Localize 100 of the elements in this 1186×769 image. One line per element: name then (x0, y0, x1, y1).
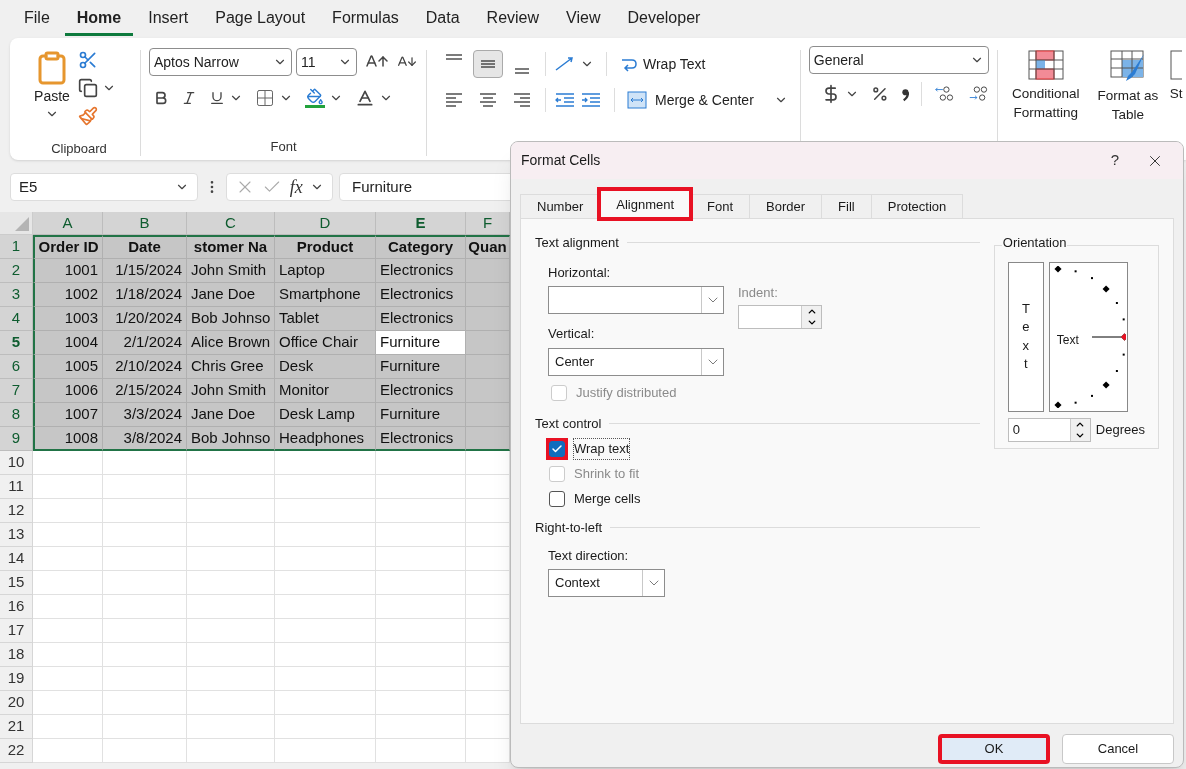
dialog-button[interactable]: OK (938, 734, 1050, 764)
checkbox-label: Shrink to fit (574, 465, 640, 484)
row-header[interactable]: 5 (0, 331, 33, 355)
column-header[interactable]: F (466, 212, 510, 235)
decrease-indent-icon[interactable] (554, 90, 576, 110)
row-header[interactable]: 1 (0, 235, 33, 259)
column-header[interactable]: B (103, 212, 187, 235)
row-header[interactable]: 6 (0, 355, 33, 379)
menu-tab[interactable]: Data (413, 2, 472, 36)
insert-function-button[interactable]: fx (289, 173, 303, 201)
text-direction-dropdown[interactable]: Context (548, 569, 665, 597)
table-cell: 3/8/2024 (103, 427, 187, 451)
checkbox[interactable] (546, 438, 568, 460)
dialog-tab[interactable]: Protection (870, 194, 964, 219)
number-format-field[interactable]: General (808, 46, 989, 74)
row-header[interactable]: 18 (0, 643, 33, 667)
italic-icon[interactable] (181, 90, 197, 106)
table-cell: Jane Doe (187, 403, 275, 427)
row-header[interactable]: 22 (0, 739, 33, 763)
table-cell: Furniture (376, 403, 466, 427)
checkbox-option[interactable]: Merge cells (546, 488, 980, 510)
row-header[interactable]: 16 (0, 595, 33, 619)
vertical-text-button[interactable]: Text (1007, 261, 1044, 412)
table-cell: Laptop (275, 259, 376, 283)
column-header[interactable]: A (33, 212, 103, 235)
help-button[interactable]: ? (1095, 145, 1135, 176)
fill-color-icon[interactable] (305, 88, 325, 108)
percent-icon[interactable] (870, 84, 889, 104)
column-header[interactable]: E (376, 212, 466, 235)
dial-text: Text (1056, 331, 1079, 349)
row-header[interactable]: 17 (0, 619, 33, 643)
row-header[interactable]: 19 (0, 667, 33, 691)
menu-tab[interactable]: Insert (136, 2, 201, 36)
format-painter-icon[interactable] (78, 106, 98, 126)
horizontal-dropdown[interactable] (548, 286, 724, 314)
table-cell: Quan (466, 235, 510, 259)
row-header[interactable]: 2 (0, 259, 33, 283)
row-header[interactable]: 4 (0, 307, 33, 331)
vertical-dropdown[interactable]: Center (548, 347, 724, 376)
column-header[interactable]: C (187, 212, 275, 235)
checkbox-option[interactable]: Wrap text (546, 438, 980, 460)
row-header[interactable]: 9 (0, 427, 33, 451)
row-header[interactable]: 15 (0, 571, 33, 595)
orientation-dial[interactable]: Text (1048, 261, 1128, 412)
underline-icon[interactable] (209, 90, 225, 106)
row-header[interactable]: 13 (0, 523, 33, 547)
orientation-icon[interactable] (554, 54, 576, 74)
menu-tab[interactable]: View (554, 2, 613, 36)
table-cell (33, 715, 103, 739)
styles-button[interactable]: St (1169, 50, 1183, 160)
checkbox-label: Merge cells (574, 490, 641, 509)
corner-triangle-icon (15, 217, 29, 231)
menu-tab[interactable]: Page Layout (203, 2, 318, 36)
dialog-button[interactable]: Cancel (1062, 734, 1174, 764)
align-button[interactable] (473, 50, 503, 78)
name-box[interactable]: E5 (10, 173, 198, 201)
spin-field[interactable] (738, 305, 822, 329)
checkbox[interactable] (546, 488, 568, 510)
bold-icon[interactable] (153, 90, 169, 106)
table-cell: 2/1/2024 (103, 331, 187, 355)
table-cell (466, 475, 510, 499)
font-name-field[interactable]: Aptos Narrow (149, 48, 292, 76)
merge-center-button[interactable]: Merge & Center (627, 89, 788, 111)
font-size-field[interactable]: 11 (296, 48, 357, 76)
menu-tab[interactable]: Review (474, 2, 552, 36)
table-cell (466, 499, 510, 523)
row-header[interactable]: 21 (0, 715, 33, 739)
table-cell (466, 715, 510, 739)
copy-icon[interactable] (78, 78, 98, 98)
table-cell: Smartphone (275, 283, 376, 307)
row-header[interactable]: 12 (0, 499, 33, 523)
align-icon (513, 68, 531, 74)
row-header[interactable]: 14 (0, 547, 33, 571)
table-cell: 1002 (33, 283, 103, 307)
row-header[interactable]: 3 (0, 283, 33, 307)
row-header[interactable]: 7 (0, 379, 33, 403)
table-cell: Monitor (275, 379, 376, 403)
spin-field[interactable]: 0 (1007, 417, 1091, 442)
wrap-text-button[interactable]: Wrap Text (619, 53, 706, 75)
row-header[interactable]: 8 (0, 403, 33, 427)
row-header[interactable]: 20 (0, 691, 33, 715)
row-header[interactable]: 10 (0, 451, 33, 475)
row-header[interactable]: 11 (0, 475, 33, 499)
table-cell: John Smith (187, 379, 275, 403)
table-cell (33, 739, 103, 763)
table-cell: John Smith (187, 259, 275, 283)
menu-tab[interactable]: Formulas (320, 2, 411, 36)
column-header[interactable]: D (275, 212, 376, 235)
align-icon (513, 93, 531, 107)
cut-icon[interactable] (78, 50, 98, 70)
menu-tab[interactable]: File (12, 2, 62, 36)
table-cell: Bob Johnso (187, 307, 275, 331)
dialog-tab[interactable]: Alignment (599, 189, 692, 219)
font-color-icon[interactable] (355, 88, 375, 108)
increase-indent-icon[interactable] (580, 90, 602, 110)
paste-button[interactable]: Paste (34, 46, 70, 138)
table-cell: Electronics (376, 427, 466, 451)
menu-tab[interactable]: Developer (615, 2, 713, 36)
borders-icon[interactable] (255, 88, 275, 108)
table-cell: Furniture (376, 355, 466, 379)
